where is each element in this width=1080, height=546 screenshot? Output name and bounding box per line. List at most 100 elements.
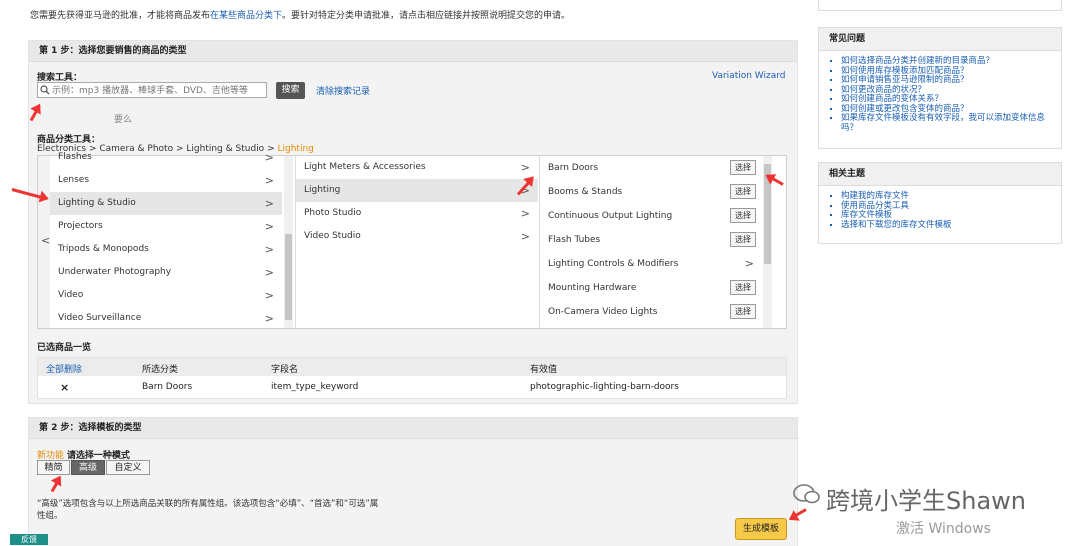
category-label: Continuous Output Lighting	[548, 211, 673, 221]
category-item-photo-studio[interactable]: Photo Studio >	[296, 202, 538, 225]
related-link[interactable]: 选择和下载您的库存文件模板	[841, 220, 1061, 231]
selected-list-title: 已选商品一览	[37, 343, 92, 353]
scrollbar-thumb[interactable]	[285, 234, 292, 320]
faq-link[interactable]: 如果库存文件模板没有有效字段，我可以添加变体信息吗？	[841, 113, 1061, 133]
category-item-lenses[interactable]: Lenses >	[50, 169, 282, 192]
remove-item-button[interactable]: ×	[60, 381, 69, 394]
chevron-right-icon: >	[264, 243, 274, 256]
selected-valid-value: photographic-lighting-barn-doors	[530, 382, 679, 392]
category-label: Lighting	[304, 185, 341, 195]
search-input[interactable]: 示例：mp3 播放器、棒球手套、DVD、吉他等等	[37, 82, 267, 98]
mode-advanced-button[interactable]: 高级	[71, 460, 105, 475]
delete-all-link[interactable]: 全部删除	[46, 362, 82, 375]
category-label: Lighting Controls & Modifiers	[548, 259, 679, 269]
category-browser: < Flashes > Lenses > Lighting & Studio > Pr…	[37, 151, 787, 329]
select-button[interactable]: 选择	[730, 304, 756, 319]
category-item-video-studio[interactable]: Video Studio >	[296, 225, 538, 248]
faq-box: 常见问题 如何选择商品分类并创建新的目录商品？ 如何使用库存模板添加匹配商品？ …	[818, 27, 1062, 149]
activate-windows-text: 激活 Windows	[896, 521, 991, 537]
generate-template-button[interactable]: 生成模板	[735, 518, 787, 540]
category-item-tripods[interactable]: Tripods & Monopods >	[50, 238, 282, 261]
or-separator: 要么	[114, 115, 133, 125]
category-label: Video Surveillance	[58, 313, 142, 323]
select-button[interactable]: 选择	[730, 232, 756, 247]
step2-panel: 第 2 步：选择模板的类型	[28, 417, 798, 546]
scroll-left-button[interactable]: <	[41, 234, 50, 247]
column-1-scrollbar[interactable]	[284, 156, 293, 328]
category-column-3: Barn Doors 选择 Booms & Stands 选择 Continuous…	[539, 156, 774, 328]
category-label: Booms & Stands	[548, 187, 623, 197]
annotation-arrow	[789, 508, 807, 520]
top-partial-box	[818, 0, 1062, 11]
wechat-icon	[793, 484, 820, 504]
notice-text-2: 。要针对特定分类申请批准，请点击相应链接并按照说明提交您的申请。	[282, 11, 571, 21]
clear-search-history-link[interactable]: 清除搜索记录	[316, 84, 370, 97]
mode-custom-button[interactable]: 自定义	[106, 460, 150, 475]
column-header-value: 有效值	[530, 365, 558, 375]
category-label: Light Meters & Accessories	[304, 162, 426, 172]
category-label: Mounting Hardware	[548, 283, 637, 293]
related-list: 构建我的库存文件 使用商品分类工具 库存文件模板 选择和下载您的库存文件模板	[819, 191, 1061, 231]
selected-products-table: 全部删除 所选分类 字段名 有效值 × Barn Doors item_type…	[37, 357, 787, 399]
chevron-right-icon: >	[264, 289, 274, 302]
variation-wizard-link[interactable]: Variation Wizard	[712, 71, 786, 81]
category-item-light-meters[interactable]: Light Meters & Accessories >	[296, 156, 538, 179]
chevron-right-icon: >	[264, 220, 274, 233]
step1-title: 第 1 步：选择您要销售的商品的类型	[29, 41, 797, 62]
category-label: Barn Doors	[548, 163, 599, 173]
category-item-underwater[interactable]: Underwater Photography >	[50, 261, 282, 284]
select-button[interactable]: 选择	[730, 208, 756, 223]
chevron-right-icon: >	[264, 197, 274, 210]
chevron-right-icon: >	[264, 174, 274, 187]
category-item-video[interactable]: Video >	[50, 284, 282, 307]
faq-title: 常见问题	[819, 28, 1061, 51]
category-item-barn-doors[interactable]: Barn Doors 选择	[540, 156, 774, 180]
select-button[interactable]: 选择	[730, 280, 756, 295]
category-item-projectors[interactable]: Projectors >	[50, 215, 282, 238]
category-label: Tripods & Monopods	[58, 244, 149, 254]
category-item-lighting-studio[interactable]: Lighting & Studio >	[50, 192, 282, 215]
search-icon	[40, 85, 50, 95]
breadcrumb-current: Lighting	[277, 144, 314, 154]
chevron-right-icon: >	[520, 230, 530, 243]
chevron-right-icon: >	[264, 151, 274, 164]
step2-title: 第 2 步：选择模板的类型	[29, 418, 797, 439]
scroll-left-area: <	[38, 156, 50, 328]
category-label: Video	[58, 290, 84, 300]
category-item-mounting-hardware[interactable]: Mounting Hardware 选择	[540, 276, 774, 300]
notice-text: 您需要先获得亚马逊的批准，才能将商品发布	[30, 11, 211, 21]
selected-field-name: item_type_keyword	[271, 382, 359, 392]
category-item-video-surveillance[interactable]: Video Surveillance >	[50, 307, 282, 328]
category-column-1: Flashes > Lenses > Lighting & Studio > Proj…	[50, 146, 282, 328]
search-button[interactable]: 搜索	[276, 82, 305, 99]
category-item-flashes[interactable]: Flashes >	[50, 146, 282, 169]
category-label: On-Camera Video Lights	[548, 307, 658, 317]
category-label: Projectors	[58, 221, 103, 231]
category-item-on-camera-lights[interactable]: On-Camera Video Lights 选择	[540, 300, 774, 324]
category-item-continuous-output[interactable]: Continuous Output Lighting 选择	[540, 204, 774, 228]
category-label: Lenses	[58, 175, 90, 185]
category-column-2: Light Meters & Accessories > Lighting > Ph…	[295, 156, 538, 328]
category-label: Flashes	[58, 152, 92, 162]
category-item-booms-stands[interactable]: Booms & Stands 选择	[540, 180, 774, 204]
category-item-flash-tubes[interactable]: Flash Tubes 选择	[540, 228, 774, 252]
related-topics-box: 相关主题 构建我的库存文件 使用商品分类工具 库存文件模板 选择和下载您的库存文…	[818, 162, 1062, 244]
category-label: Flash Tubes	[548, 235, 601, 245]
approval-notice: 您需要先获得亚马逊的批准，才能将商品发布在某些商品分类下。要针对特定分类申请批准…	[30, 8, 570, 21]
mode-description: “高级”选项包含与以上所选商品关联的所有属性组。该选项包含“必填”、“首选”和“…	[37, 499, 379, 521]
select-button[interactable]: 选择	[730, 160, 756, 175]
category-label: Lighting & Studio	[58, 198, 136, 208]
selected-category: Barn Doors	[142, 382, 193, 392]
category-item-lighting[interactable]: Lighting >	[296, 179, 538, 202]
category-label: Photo Studio	[304, 208, 362, 218]
chevron-right-icon: >	[520, 207, 530, 220]
watermark-text: 跨境小学生Shawn	[826, 487, 1026, 515]
related-title: 相关主题	[819, 163, 1061, 186]
feedback-tab[interactable]: 反馈	[10, 534, 48, 545]
category-item-lighting-controls[interactable]: Lighting Controls & Modifiers >	[540, 252, 774, 276]
select-button[interactable]: 选择	[730, 184, 756, 199]
mode-simple-button[interactable]: 精简	[37, 460, 70, 475]
chevron-right-icon: >	[744, 257, 754, 270]
category-label: Video Studio	[304, 231, 361, 241]
restricted-categories-link[interactable]: 在某些商品分类下	[210, 11, 282, 21]
